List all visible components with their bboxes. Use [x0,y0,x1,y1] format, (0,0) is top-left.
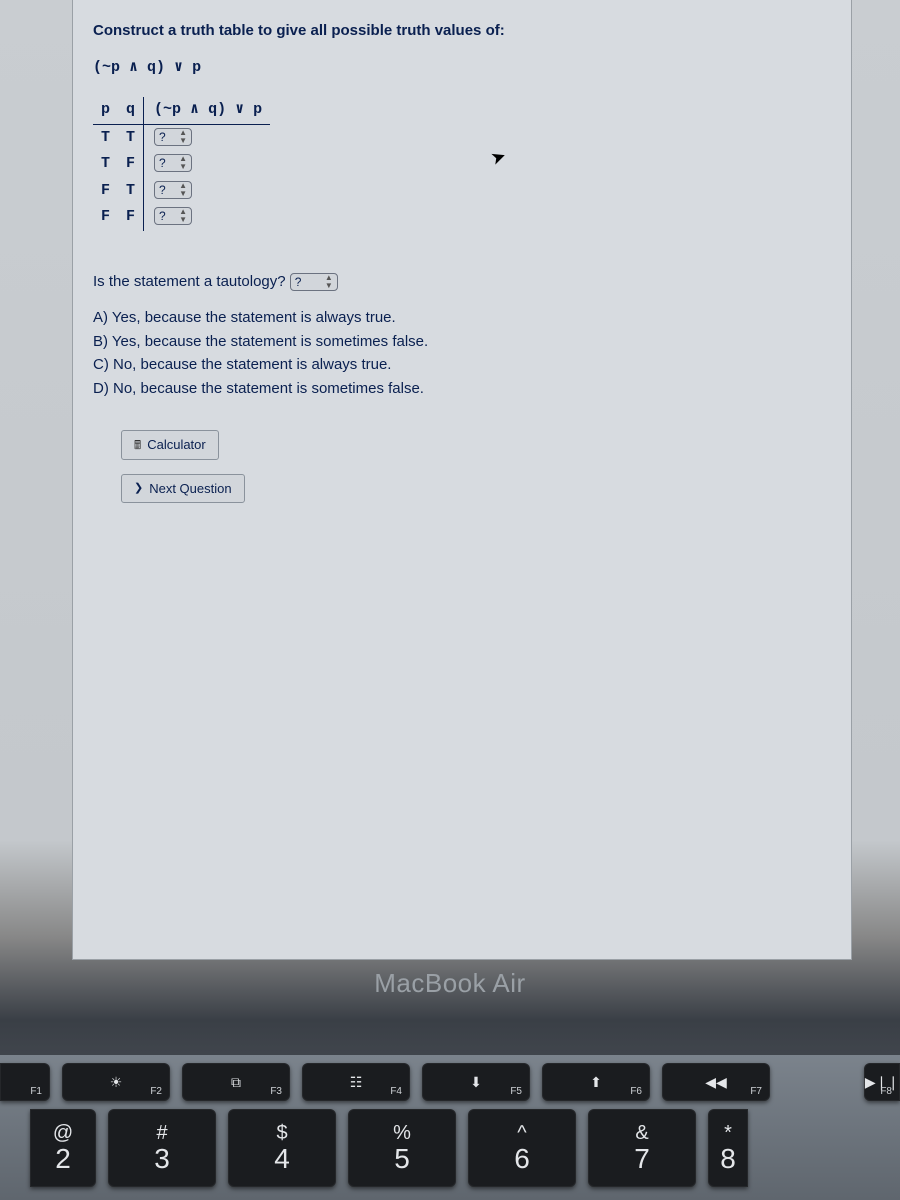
calculator-button[interactable]: 🖩 Calculator [121,430,219,460]
question-prompt: Construct a truth table to give all poss… [93,20,831,43]
header-expr: (~p ∧ q) ∨ p [144,97,271,124]
row-select[interactable]: ?▲▼ [154,154,192,172]
question-expression: (~p ∧ q) ∨ p [93,57,831,80]
f5-key[interactable]: ⬇ F5 [422,1063,530,1101]
digit-5-key[interactable]: % 5 [348,1109,456,1187]
row-select[interactable]: ?▲▼ [154,128,192,146]
question-card: Construct a truth table to give all poss… [72,0,852,960]
f2-key[interactable]: ☀ F2 [62,1063,170,1101]
digit-7-key[interactable]: & 7 [588,1109,696,1187]
brightness-up-icon: ☀ [110,1075,123,1089]
f1-key[interactable]: F1 [0,1063,50,1101]
digit-6-key[interactable]: ^ 6 [468,1109,576,1187]
option-d: D) No, because the statement is sometime… [93,378,831,401]
next-question-button[interactable]: ❯ Next Question [121,474,245,504]
digit-2-key[interactable]: @ 2 [30,1109,96,1187]
tautology-question: Is the statement a tautology? ?▲▼ [93,271,831,294]
answer-options: A) Yes, because the statement is always … [93,307,831,400]
kb-brightness-down-icon: ⬇ [470,1075,482,1089]
option-a: A) Yes, because the statement is always … [93,307,831,330]
calculator-icon: 🖩 [134,436,141,454]
kb-brightness-up-icon: ⬆ [590,1075,602,1089]
f7-key[interactable]: ◀◀ F7 [662,1063,770,1101]
table-row: T F ?▲▼ [93,151,270,178]
option-b: B) Yes, because the statement is sometim… [93,331,831,354]
chevron-right-icon: ❯ [134,480,143,497]
digit-8-key[interactable]: * 8 [708,1109,748,1187]
mission-control-icon: ⧉ [231,1075,241,1089]
truth-table: p q (~p ∧ q) ∨ p T T ?▲▼ T F ?▲▼ F T ?▲▼ [93,97,270,231]
table-row: T T ?▲▼ [93,124,270,151]
launchpad-icon: ☷ [350,1075,363,1089]
digit-4-key[interactable]: $ 4 [228,1109,336,1187]
option-c: C) No, because the statement is always t… [93,354,831,377]
f6-key[interactable]: ⬆ F6 [542,1063,650,1101]
table-row: F T ?▲▼ [93,178,270,205]
header-q: q [118,97,144,124]
tautology-select[interactable]: ?▲▼ [290,273,338,291]
rewind-icon: ◀◀ [705,1075,727,1089]
f3-key[interactable]: ⧉ F3 [182,1063,290,1101]
row-select[interactable]: ?▲▼ [154,181,192,199]
cursor-icon: ➤ [487,142,510,173]
f4-key[interactable]: ☷ F4 [302,1063,410,1101]
header-p: p [93,97,118,124]
table-row: F F ?▲▼ [93,204,270,231]
f8-key[interactable]: ▶❘❘ F8 [864,1063,900,1101]
row-select[interactable]: ?▲▼ [154,207,192,225]
digit-3-key[interactable]: # 3 [108,1109,216,1187]
laptop-brand: MacBook Air [0,968,900,999]
keyboard: F1 ☀ F2 ⧉ F3 ☷ F4 ⬇ F5 ⬆ F6 ◀◀ F7 ▶❘❘ F8 [0,1055,900,1200]
